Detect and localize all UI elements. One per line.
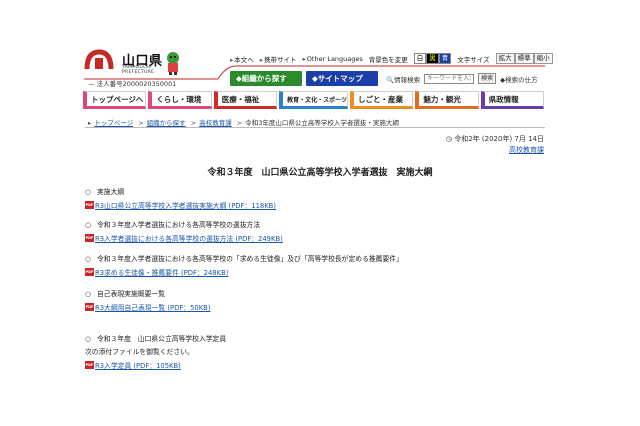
page-title: 令和３年度 山口県公立高等学校入学者選抜 実施大綱	[207, 168, 433, 178]
section-heading: 令和３年度 山口県公立高等学校入学定員	[97, 335, 227, 343]
bg-white-button[interactable]: 白	[413, 53, 427, 64]
section-heading: 自己表現実施概要一覧	[97, 290, 165, 298]
corporate-number: — 法人番号2000020350001	[88, 80, 177, 88]
pdf-link[interactable]: PDF R3入学者選抜における各高等学校の選抜方法 (PDF：249KB)	[85, 233, 283, 243]
section-selection-method: ○ 令和３年度入学者選抜における各高等学校の選抜方法 PDF R3入学者選抜における…	[85, 221, 283, 243]
section-heading: 令和３年度入学者選抜における各高等学校の「求める生徒像」及び「高等学校長が定める…	[97, 255, 403, 263]
section-self-expression: ○ 自己表現実施概要一覧 PDF R3大綱用自己表現一覧 (PDF：50KB)	[85, 290, 211, 312]
breadcrumb-dept[interactable]: 高校教育課	[199, 119, 232, 127]
search-howto-link[interactable]: ◆検索の仕方	[500, 74, 538, 84]
text-size-standard-button[interactable]: 標準	[514, 53, 534, 64]
nav-tab-living[interactable]: くらし・環境	[148, 91, 212, 109]
text-size-large-button[interactable]: 拡大	[495, 53, 515, 64]
section-heading: 令和３年度入学者選抜における各高等学校の選抜方法	[97, 221, 261, 229]
nav-tab-tourism[interactable]: 魅力・観光	[415, 91, 479, 109]
info-search-label: 🔍情報検索	[386, 75, 421, 84]
nav-tab-medical[interactable]: 医療・福祉	[213, 91, 278, 109]
other-languages-link[interactable]: Other Languages	[303, 55, 363, 63]
pdf-icon: PDF	[85, 268, 94, 276]
publish-date: ◷ 令和2年 (2020年) 7月 14日	[445, 135, 544, 143]
text-size-small-button[interactable]: 縮小	[533, 53, 553, 64]
sitemap-button[interactable]: ◆サイトマップ	[306, 71, 378, 86]
divider	[85, 127, 545, 128]
bg-blue-button[interactable]: 青	[438, 53, 452, 64]
pdf-icon: PDF	[85, 361, 94, 369]
pdf-link[interactable]: PDF R3大綱用自己表現一覧 (PDF：50KB)	[85, 302, 211, 312]
section-admission-capacity: ○ 令和３年度 山口県公立高等学校入学定員 次の添付ファイルを御覧ください。 PD…	[85, 335, 227, 370]
breadcrumb-org[interactable]: 組織から探す	[147, 119, 186, 127]
nav-tab-education[interactable]: 教育・文化・スポーツ	[279, 91, 348, 109]
search-button[interactable]: 検索	[478, 73, 497, 84]
nav-tab-top[interactable]: トップページへ	[83, 91, 147, 109]
bg-black-button[interactable]: 黒	[426, 53, 439, 64]
pdf-link[interactable]: PDF R3求める生徒像・推薦要件 (PDF：248KB)	[85, 267, 403, 277]
global-nav: トップページへ くらし・環境 医療・福祉 教育・文化・スポーツ しごと・産業 魅…	[83, 91, 545, 109]
keyword-search-input[interactable]	[424, 73, 475, 84]
pdf-icon: PDF	[85, 201, 94, 209]
pdf-icon: PDF	[85, 234, 94, 242]
section-outline: ○ 実施大綱 PDF R3山口県公立高等学校入学者選抜実施大綱 (PDF：118KB…	[85, 188, 276, 210]
section-heading: 実施大綱	[97, 188, 125, 196]
search-icon: 🔍	[386, 75, 395, 84]
section-note: 次の添付ファイルを御覧ください。	[85, 348, 194, 356]
pdf-icon: PDF	[85, 303, 94, 311]
search-bar: ◆組織から探す ◆サイトマップ 🔍情報検索 検索 ◆検索の仕方	[230, 71, 538, 86]
breadcrumb-top[interactable]: トップページ	[94, 119, 133, 127]
pdf-link[interactable]: PDF R3山口県公立高等学校入学者選抜実施大綱 (PDF：118KB)	[85, 200, 276, 210]
prefecture-name-en: YAMAGUCHI PREFECTURE	[122, 65, 155, 75]
prefecture-emblem-icon	[84, 49, 114, 70]
text-size-label: 文字サイズ	[457, 55, 490, 64]
nav-tab-work[interactable]: しごと・産業	[349, 91, 414, 109]
mascot-icon	[167, 52, 179, 75]
utility-bar: 本文へ 携帯サイト Other Languages 背景色を変更 白黒青 文字サ…	[230, 53, 553, 64]
bg-color-label: 背景色を変更	[368, 55, 408, 64]
breadcrumb: ▸ トップページ > 組織から探す > 高校教育課 > 令和3年度山口県公立高等学校入学…	[88, 119, 399, 127]
pdf-link[interactable]: PDF R3入学定員 (PDF：105KB)	[85, 360, 226, 370]
mobile-site-link[interactable]: 携帯サイト	[260, 54, 297, 64]
breadcrumb-current: 令和3年度山口県公立高等学校入学者選抜・実施大綱	[245, 119, 399, 127]
section-student-profile: ○ 令和３年度入学者選抜における各高等学校の「求める生徒像」及び「高等学校長が定め…	[85, 255, 403, 277]
skip-to-content-link[interactable]: 本文へ	[230, 54, 254, 64]
org-search-button[interactable]: ◆組織から探す	[230, 71, 302, 86]
clock-icon: ◷	[445, 135, 452, 143]
dept-link[interactable]: 高校教育課	[509, 145, 544, 155]
nav-tab-government[interactable]: 県政情報	[480, 91, 545, 109]
